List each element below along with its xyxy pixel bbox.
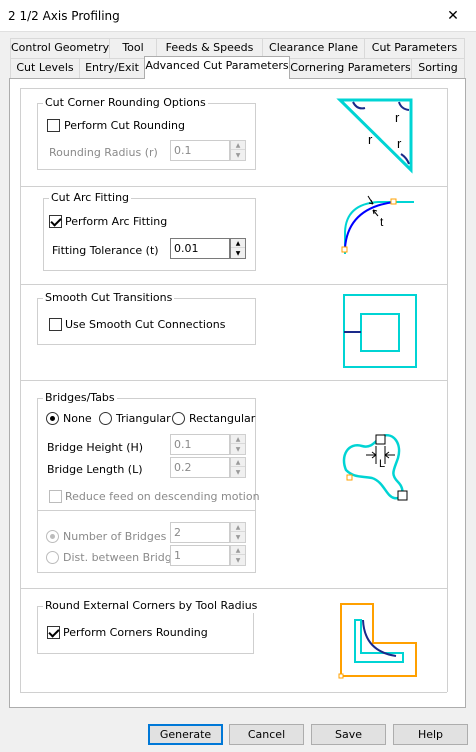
use-smooth-connections-label: Use Smooth Cut Connections xyxy=(65,318,226,331)
number-of-bridges-label: Number of Bridges xyxy=(63,530,167,543)
tab-feeds-speeds[interactable]: Feeds & Speeds xyxy=(156,38,263,58)
bridge-type-none-label: None xyxy=(63,412,92,425)
section-divider xyxy=(20,88,447,89)
help-button[interactable]: Help xyxy=(393,724,468,745)
smooth-transitions-illustration xyxy=(343,294,417,368)
corner-rounding-illustration: r r r xyxy=(336,98,413,174)
rounding-radius-input[interactable]: 0.1 xyxy=(170,140,230,161)
section-frame-left xyxy=(20,88,21,692)
rounding-radius-label: Rounding Radius (r) xyxy=(49,146,158,159)
section-divider xyxy=(20,692,447,693)
close-icon[interactable]: ✕ xyxy=(430,0,476,32)
generate-button[interactable]: Generate xyxy=(148,724,223,745)
perform-corners-rounding-label: Perform Corners Rounding xyxy=(63,626,208,639)
bridge-length-input[interactable]: 0.2 xyxy=(170,457,230,478)
radius-r-label-a: r xyxy=(368,132,373,147)
bridges-illustration: L xyxy=(342,433,408,501)
bridge-type-rectangular-label: Rectangular xyxy=(189,412,256,425)
tab-clearance-plane[interactable]: Clearance Plane xyxy=(262,38,365,58)
bridge-type-rectangular-radio[interactable] xyxy=(172,412,185,425)
reduce-feed-label: Reduce feed on descending motion xyxy=(65,490,260,503)
dist-between-bridges-radio[interactable] xyxy=(46,551,59,564)
cancel-button[interactable]: Cancel xyxy=(229,724,304,745)
bridge-type-triangular-radio[interactable] xyxy=(99,412,112,425)
corner-rounding-title: Cut Corner Rounding Options xyxy=(43,96,208,110)
tab-cornering-parameters[interactable]: Cornering Parameters xyxy=(289,58,412,78)
section-frame-right xyxy=(447,88,448,692)
use-smooth-connections-checkbox[interactable] xyxy=(49,318,62,331)
perform-arc-fitting-checkbox[interactable] xyxy=(49,215,62,228)
smooth-transitions-title: Smooth Cut Transitions xyxy=(43,291,175,305)
section-divider xyxy=(20,588,447,589)
title-bar: 2 1/2 Axis Profiling ✕ xyxy=(0,0,476,32)
fitting-tolerance-input[interactable]: 0.01 xyxy=(170,238,230,259)
arc-fitting-group: Cut Arc Fitting xyxy=(43,191,256,271)
bridge-height-stepper[interactable]: ▲ ▼ xyxy=(230,434,246,455)
tab-cut-parameters[interactable]: Cut Parameters xyxy=(364,38,465,58)
external-corners-illustration xyxy=(338,603,417,679)
bridge-height-input[interactable]: 0.1 xyxy=(170,434,230,455)
radius-r-label-b: r xyxy=(395,110,400,125)
section-divider xyxy=(20,186,447,187)
bridge-type-triangular-label: Triangular xyxy=(116,412,171,425)
number-of-bridges-input[interactable]: 2 xyxy=(170,522,230,543)
bridge-length-stepper[interactable]: ▲ ▼ xyxy=(230,457,246,478)
arc-fitting-title: Cut Arc Fitting xyxy=(49,191,132,205)
fitting-tolerance-label: Fitting Tolerance (t) xyxy=(52,244,159,257)
bridges-divider xyxy=(37,510,256,511)
reduce-feed-checkbox[interactable] xyxy=(49,490,62,503)
tab-entry-exit[interactable]: Entry/Exit xyxy=(79,58,145,78)
number-of-bridges-radio[interactable] xyxy=(46,530,59,543)
save-button[interactable]: Save xyxy=(311,724,386,745)
perform-corners-rounding-checkbox[interactable] xyxy=(47,626,60,639)
tab-tool[interactable]: Tool xyxy=(109,38,157,58)
arc-fitting-illustration: t xyxy=(341,195,414,254)
section-divider xyxy=(20,284,447,285)
perform-cut-rounding-checkbox[interactable] xyxy=(47,119,60,132)
bridge-length-label: Bridge Length (L) xyxy=(47,463,143,476)
rounding-radius-stepper[interactable]: ▲ ▼ xyxy=(230,140,246,161)
tab-control-geometry[interactable]: Control Geometry xyxy=(10,38,110,58)
dist-between-bridges-label: Dist. between Bridges xyxy=(63,551,185,564)
tab-cut-levels[interactable]: Cut Levels xyxy=(10,58,80,78)
tolerance-t-label: t xyxy=(380,215,384,229)
bridges-title: Bridges/Tabs xyxy=(43,391,117,405)
bridge-height-label: Bridge Height (H) xyxy=(47,441,144,454)
window-title: 2 1/2 Axis Profiling xyxy=(8,9,120,23)
tab-sorting[interactable]: Sorting xyxy=(411,58,465,78)
radius-r-label-c: r xyxy=(397,136,402,151)
perform-cut-rounding-label: Perform Cut Rounding xyxy=(64,119,185,132)
perform-arc-fitting-label: Perform Arc Fitting xyxy=(65,215,168,228)
section-divider xyxy=(20,380,447,381)
fitting-tolerance-stepper[interactable]: ▲ ▼ xyxy=(230,238,246,259)
bridge-length-l-label: L xyxy=(379,458,385,470)
external-corners-title: Round External Corners by Tool Radius xyxy=(43,599,260,613)
number-of-bridges-stepper[interactable]: ▲ ▼ xyxy=(230,522,246,543)
dist-between-bridges-input[interactable]: 1 xyxy=(170,545,230,566)
bridge-type-none-radio[interactable] xyxy=(46,412,59,425)
tab-advanced-cut-parameters[interactable]: Advanced Cut Parameters xyxy=(144,56,290,79)
dist-between-bridges-stepper[interactable]: ▲ ▼ xyxy=(230,545,246,566)
